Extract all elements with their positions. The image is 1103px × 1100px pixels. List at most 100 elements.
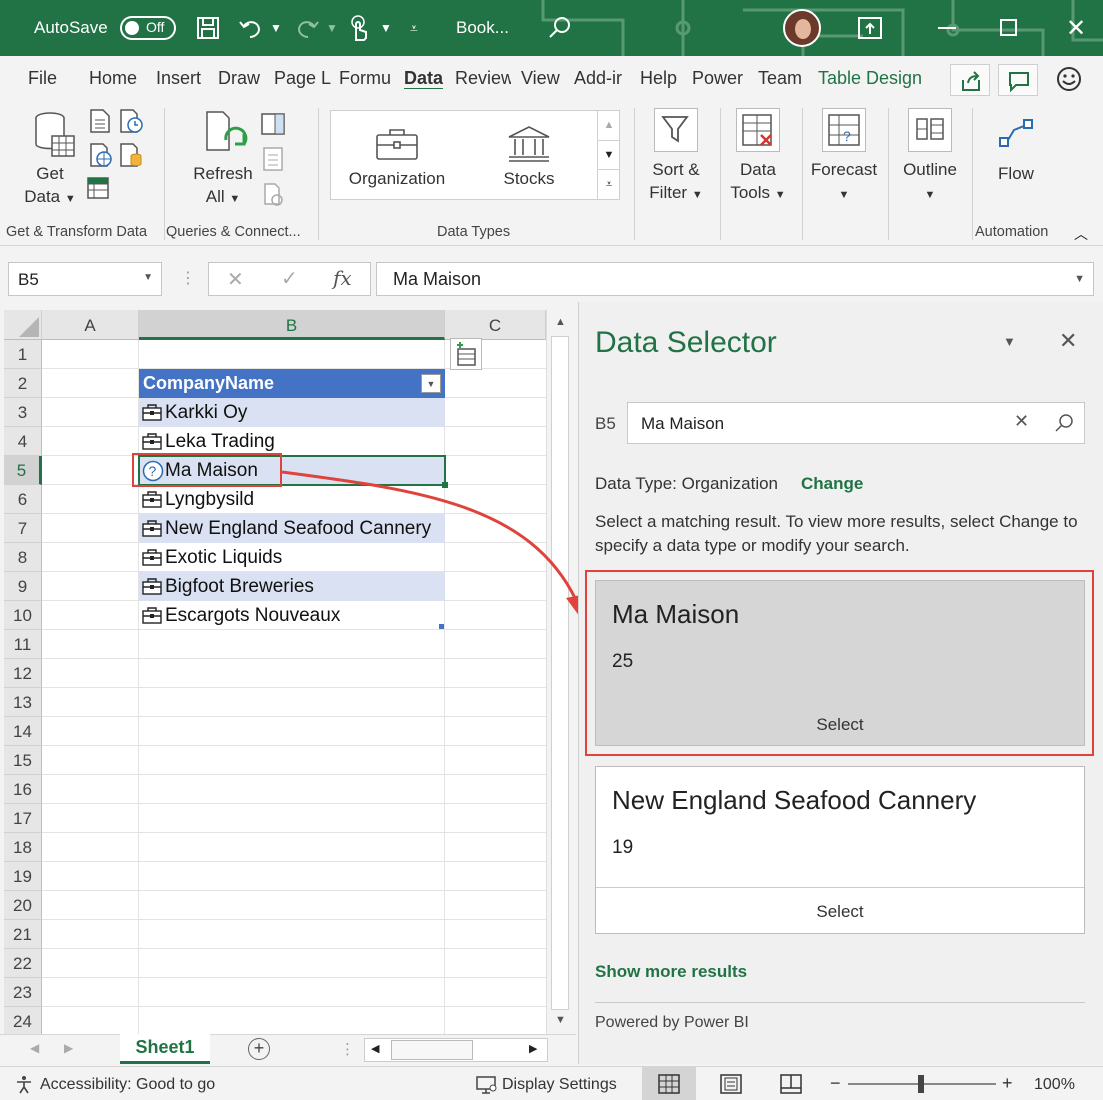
queries-connections-icon[interactable] [260, 112, 286, 136]
tab-view[interactable]: View [521, 68, 560, 89]
undo-icon[interactable] [238, 16, 262, 40]
show-more-results-link[interactable]: Show more results [595, 962, 747, 982]
row-header[interactable]: 19 [4, 862, 42, 891]
close-pane-icon[interactable]: ✕ [1059, 328, 1077, 354]
column-header-b[interactable]: B [139, 310, 445, 340]
next-sheet-icon[interactable]: ▶ [64, 1041, 73, 1055]
table-cell-company[interactable]: Bigfoot Breweries [139, 572, 445, 601]
touch-mode-icon[interactable] [348, 14, 370, 42]
row-header[interactable]: 9 [4, 572, 42, 601]
row-header[interactable]: 23 [4, 978, 42, 1007]
filter-dropdown-icon[interactable]: ▼ [421, 374, 441, 393]
organization-icon[interactable] [142, 491, 162, 508]
from-table-range-icon[interactable] [86, 176, 110, 200]
display-settings-button[interactable]: Display Settings [502, 1076, 617, 1094]
row-header[interactable]: 24 [4, 1007, 42, 1036]
row-header[interactable]: 11 [4, 630, 42, 659]
zoom-out-icon[interactable]: − [830, 1073, 841, 1094]
result-select-button[interactable]: Select [596, 902, 1084, 922]
zoom-level[interactable]: 100% [1034, 1076, 1075, 1094]
save-icon[interactable] [196, 16, 220, 40]
row-header[interactable]: 12 [4, 659, 42, 688]
formula-input[interactable]: Ma Maison ▼ [376, 262, 1094, 296]
row-header[interactable]: 17 [4, 804, 42, 833]
stocks-data-type[interactable]: Stocks [481, 167, 577, 190]
row-header[interactable]: 20 [4, 891, 42, 920]
outline-icon-box[interactable] [908, 108, 952, 152]
table-cell-company[interactable]: Exotic Liquids [139, 543, 445, 572]
organization-data-type[interactable]: Organization [337, 167, 457, 190]
vertical-scrollbar[interactable]: ▲ ▼ [546, 310, 574, 1034]
new-sheet-icon[interactable]: + [248, 1038, 270, 1060]
tab-draw[interactable]: Draw [218, 68, 260, 89]
zoom-in-icon[interactable]: + [1002, 1073, 1013, 1094]
h-scroll-thumb[interactable] [391, 1040, 473, 1060]
sort-filter-button[interactable]: Sort & Filter ▼ [640, 158, 712, 207]
clear-search-icon[interactable]: ✕ [1014, 411, 1029, 432]
row-header[interactable]: 3 [4, 398, 42, 427]
name-box[interactable]: B5 ▼ [8, 262, 162, 296]
row-header[interactable]: 15 [4, 746, 42, 775]
organization-icon[interactable] [142, 549, 162, 566]
table-header-companyname[interactable]: CompanyName ▼ [139, 369, 445, 398]
page-break-view-icon[interactable] [780, 1074, 802, 1094]
expand-formula-icon[interactable]: ▼ [1074, 273, 1085, 285]
tab-data[interactable]: Data [404, 68, 444, 89]
outline-button[interactable]: Outline ▼ [894, 158, 966, 207]
insert-data-button[interactable] [450, 338, 482, 370]
tab-page-layout[interactable]: Page L [274, 68, 331, 89]
page-layout-view-icon[interactable] [720, 1074, 742, 1094]
table-cell-company[interactable]: Escargots Nouveaux [139, 601, 445, 630]
organization-icon[interactable] [142, 433, 162, 450]
organization-icon[interactable] [142, 404, 162, 421]
from-text-csv-icon[interactable] [88, 108, 112, 134]
row-header[interactable]: 4 [4, 427, 42, 456]
pane-options-icon[interactable]: ▼ [1003, 334, 1016, 349]
organization-icon[interactable] [375, 127, 419, 161]
select-all-corner[interactable] [4, 310, 42, 340]
ribbon-display-options-icon[interactable] [858, 17, 882, 39]
tab-help[interactable]: Help [640, 68, 677, 89]
tab-insert[interactable]: Insert [156, 68, 201, 89]
flow-button[interactable]: Flow [984, 162, 1048, 185]
row-header[interactable]: 13 [4, 688, 42, 717]
tab-home[interactable]: Home [89, 68, 137, 89]
tab-power[interactable]: Power [692, 68, 743, 89]
horizontal-scrollbar[interactable]: ◀ ▶ [364, 1038, 548, 1062]
pane-search-icon[interactable] [1054, 413, 1074, 433]
sort-filter-icon-box[interactable] [654, 108, 698, 152]
user-avatar[interactable] [783, 9, 821, 47]
stocks-icon[interactable] [507, 125, 551, 163]
change-link[interactable]: Change [801, 474, 863, 494]
result-card[interactable]: New England Seafood Cannery 19 Select [595, 766, 1085, 934]
forecast-button[interactable]: Forecast ▼ [804, 158, 884, 207]
row-header[interactable]: 22 [4, 949, 42, 978]
scroll-right-icon[interactable]: ▶ [529, 1042, 537, 1055]
scroll-down-icon[interactable]: ▼ [555, 1014, 566, 1026]
row-header[interactable]: 21 [4, 920, 42, 949]
close-window-icon[interactable]: ✕ [1066, 0, 1086, 56]
row-header[interactable]: 8 [4, 543, 42, 572]
column-header-c[interactable]: C [445, 310, 546, 340]
organization-icon[interactable] [142, 520, 162, 537]
touch-dropdown-icon[interactable]: ▼ [380, 0, 392, 56]
row-header[interactable]: 5 [4, 456, 42, 485]
smiley-feedback-icon[interactable] [1056, 66, 1082, 92]
table-cell-company[interactable]: Leka Trading [139, 427, 445, 456]
name-box-dropdown-icon[interactable]: ▼ [143, 272, 153, 283]
from-web-icon[interactable] [88, 142, 114, 168]
row-header[interactable]: 2 [4, 369, 42, 398]
tab-table-design[interactable]: Table Design [818, 68, 922, 89]
row-header[interactable]: 7 [4, 514, 42, 543]
get-data-button[interactable]: Get Data ▼ [22, 162, 78, 211]
tab-file[interactable]: File [28, 68, 57, 89]
table-resize-handle[interactable] [439, 624, 444, 629]
column-header-a[interactable]: A [42, 310, 139, 340]
pane-search-input[interactable]: Ma Maison ✕ [627, 402, 1085, 444]
comments-button[interactable] [998, 64, 1038, 96]
forecast-icon-box[interactable]: ? [822, 108, 866, 152]
maximize-icon[interactable] [1000, 19, 1017, 36]
insert-function-icon[interactable]: fx [333, 266, 352, 290]
tab-team[interactable]: Team [758, 68, 802, 89]
get-data-icon[interactable] [32, 110, 78, 160]
